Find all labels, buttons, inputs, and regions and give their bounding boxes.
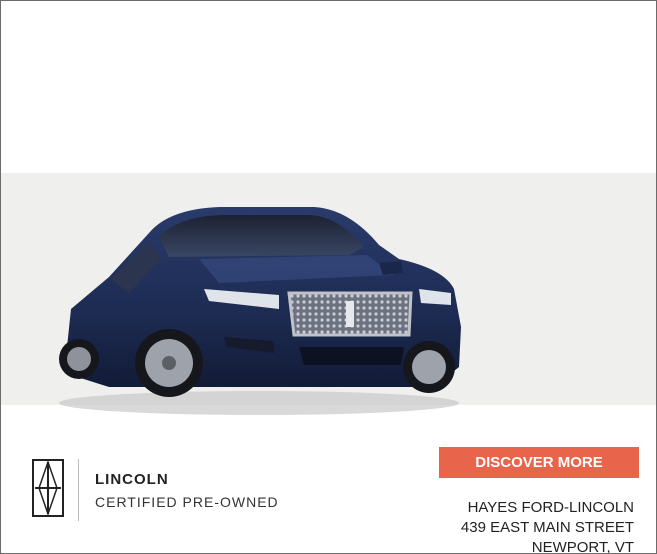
dealer-city: NEWPORT, VT (531, 539, 634, 554)
car-image (59, 207, 461, 415)
dealer-street: 439 EAST MAIN STREET (460, 519, 634, 536)
dealer-address: HAYES FORD-LINCOLN 439 EAST MAIN STREET … (460, 498, 634, 554)
lincoln-star-logo-icon (32, 459, 64, 517)
discover-more-button[interactable]: DISCOVER MORE (439, 447, 639, 478)
program-name: CERTIFIED PRE-OWNED (95, 494, 279, 510)
brand-name: LINCOLN (95, 471, 169, 488)
logo-divider (78, 459, 79, 521)
ad-banner[interactable]: LINCOLN CERTIFIED PRE-OWNED DISCOVER MOR… (0, 0, 657, 554)
dealer-name: HAYES FORD-LINCOLN (467, 499, 634, 516)
